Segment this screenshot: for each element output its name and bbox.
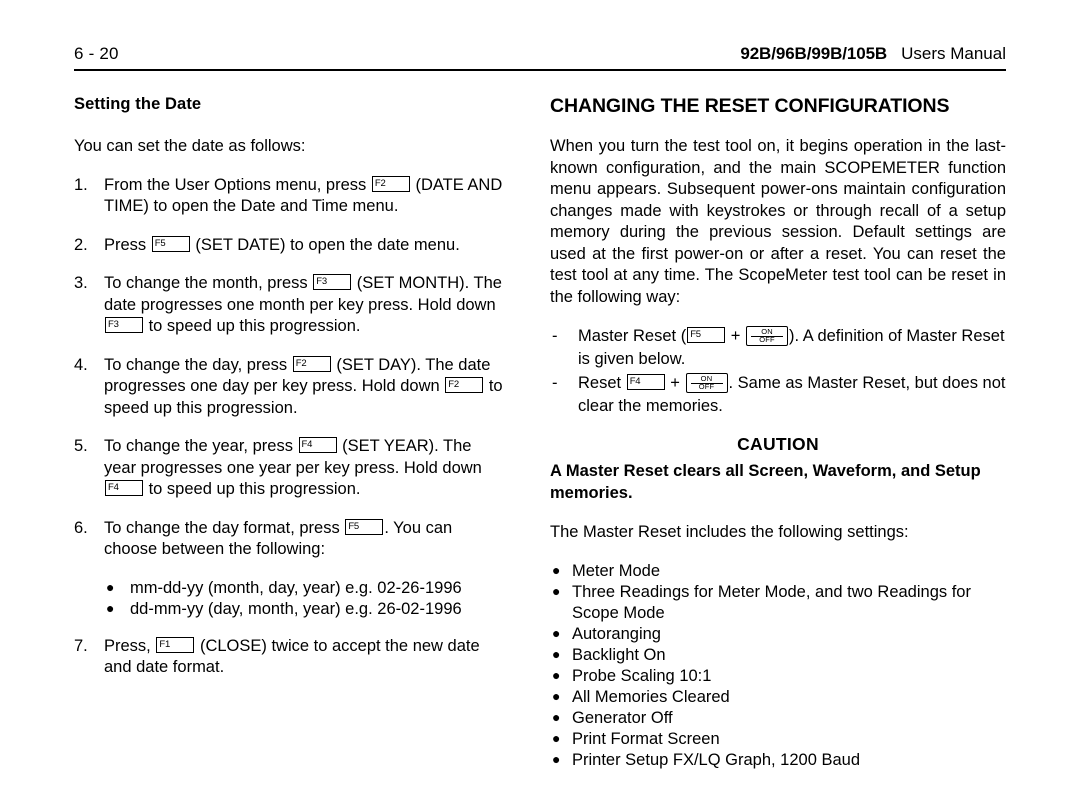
step-item: 3. To change the month, press F3 (SET MON… xyxy=(74,274,502,335)
function-key-f5: F5 xyxy=(151,235,190,252)
bullet-icon: ● xyxy=(552,645,561,662)
step-number: 3. xyxy=(74,274,88,292)
section-heading: Setting the Date xyxy=(74,95,202,113)
function-key-f4: F4 xyxy=(626,374,665,390)
caution-heading: CAUTION xyxy=(737,434,819,454)
list-item: ● Meter Mode xyxy=(552,561,661,580)
function-key-label: F1 xyxy=(159,638,171,650)
step-item: 1. From the User Options menu, press F2 (… xyxy=(74,175,503,215)
step-number: 5. xyxy=(74,437,88,455)
bullet-icon: ● xyxy=(552,687,561,704)
right-column: CHANGING THE RESET CONFIGURATIONS When y… xyxy=(550,95,1006,787)
list-item: ● Probe Scaling 10:1 xyxy=(552,666,712,685)
step-number: 4. xyxy=(74,355,88,374)
reset-settings-list: ● Meter Mode ● Three Readings for Meter Mod… xyxy=(550,561,1006,771)
step-number: 1. xyxy=(74,175,88,194)
list-item: ● mm-dd-yy (month, day, year) e.g. 02-26-… xyxy=(106,578,462,597)
chapter-heading: CHANGING THE RESET CONFIGURATIONS xyxy=(550,95,950,117)
function-key-label: F4 xyxy=(301,439,313,450)
bullet-icon: ● xyxy=(552,729,561,746)
function-key-f2: F2 xyxy=(292,355,331,372)
list-item: ● All Memories Cleared xyxy=(552,687,730,706)
list-item: ● Autoranging xyxy=(552,624,661,643)
step-number: 2. xyxy=(74,235,88,254)
power-on-off-key: ON OFF xyxy=(746,326,789,346)
bullet-icon: ● xyxy=(552,750,561,767)
step-item: 4. To change the day, press F2 (SET DAY).… xyxy=(74,355,503,417)
function-key-label: F5 xyxy=(348,520,359,532)
manual-title: Users Manual xyxy=(901,44,1006,63)
function-key-f1: F1 xyxy=(156,636,195,653)
function-key-label: F2 xyxy=(295,357,307,369)
model-list: 92B/96B/99B/105B xyxy=(740,44,888,63)
list-item: ● Three Readings for Meter Mode, and two … xyxy=(552,582,971,622)
bullet-icon: ● xyxy=(552,666,561,683)
column-gutter xyxy=(506,95,550,787)
step-item: 7. Press, F1 (CLOSE) twice to accept the … xyxy=(74,636,480,676)
list-item: ● Generator Off xyxy=(552,708,673,727)
header-right-group: 92B/96B/99B/105B Users Manual xyxy=(740,44,1006,64)
manual-page: 6 - 20 92B/96B/99B/105B Users Manual Set… xyxy=(0,0,1080,769)
function-key-label: F2 xyxy=(448,379,459,390)
function-key-f5: F5 xyxy=(687,327,726,343)
reset-settings-intro: The Master Reset includes the following … xyxy=(550,523,909,541)
step-item: 5. To change the year, press F4 (SET YEAR… xyxy=(74,437,482,498)
function-key-f4: F4 xyxy=(105,480,143,496)
list-item: ● Printer Setup FX/LQ Graph, 1200 Baud xyxy=(552,750,861,769)
function-key-label: F4 xyxy=(108,482,119,493)
function-key-label: F5 xyxy=(154,237,166,249)
function-key-f2: F2 xyxy=(371,175,410,192)
function-key-f3: F3 xyxy=(105,317,143,333)
intro-text: You can set the date as follows: xyxy=(74,137,306,155)
function-key-f4: F4 xyxy=(298,437,337,453)
function-key-label: F4 xyxy=(629,376,641,387)
list-item: ● Backlight On xyxy=(552,645,666,664)
function-key-f5: F5 xyxy=(345,518,384,535)
reset-method-item: - Master Reset (F5 + ON OFF). A definition… xyxy=(552,326,1005,368)
bullet-icon: ● xyxy=(552,561,561,578)
function-key-label: F3 xyxy=(108,319,119,330)
reset-method-item: - Reset F4 + ON OFF. Same as Master Reset,… xyxy=(552,373,1006,415)
function-key-label: F2 xyxy=(374,177,386,189)
reset-methods-list: - Master Reset (F5 + ON OFF). A definition… xyxy=(550,325,1006,418)
bullet-icon: ● xyxy=(552,708,561,725)
two-column-body: Setting the Date You can set the date as… xyxy=(74,95,1006,787)
header-divider xyxy=(74,69,1006,71)
page-number: 6 - 20 xyxy=(74,44,119,63)
caution-text: A Master Reset clears all Screen, Wavefo… xyxy=(550,462,981,502)
step-item: 6. To change the day format, press F5. Yo… xyxy=(74,518,453,558)
dash-bullet-icon: - xyxy=(552,327,558,345)
bullet-icon: ● xyxy=(552,582,561,599)
bullet-icon: ● xyxy=(106,599,115,616)
function-key-label: F3 xyxy=(316,276,327,287)
function-key-label: F5 xyxy=(690,329,701,340)
step-number: 7. xyxy=(74,636,88,655)
list-item: ● dd-mm-yy (day, month, year) e.g. 26-02-… xyxy=(106,599,462,618)
bullet-icon: ● xyxy=(552,624,561,641)
page-header: 6 - 20 92B/96B/99B/105B Users Manual xyxy=(74,44,1006,68)
list-item: ● Print Format Screen xyxy=(552,729,720,748)
left-column: Setting the Date You can set the date as… xyxy=(74,95,506,787)
step-number: 6. xyxy=(74,518,88,537)
function-key-f3: F3 xyxy=(313,274,352,290)
intro-paragraph: When you turn the test tool on, it begin… xyxy=(550,137,1006,306)
numbered-steps-list: 1. From the User Options menu, press F2 (… xyxy=(74,175,506,679)
power-key-off-label: OFF xyxy=(759,334,775,344)
step-item: 2. Press F5 (SET DATE) to open the date m… xyxy=(74,235,506,257)
dash-bullet-icon: - xyxy=(552,374,558,392)
power-on-off-key: ON OFF xyxy=(685,373,728,393)
date-format-list: ● mm-dd-yy (month, day, year) e.g. 02-26-… xyxy=(104,578,506,620)
function-key-f2: F2 xyxy=(445,377,484,393)
power-key-off-label: OFF xyxy=(698,381,715,391)
bullet-icon: ● xyxy=(106,578,115,595)
